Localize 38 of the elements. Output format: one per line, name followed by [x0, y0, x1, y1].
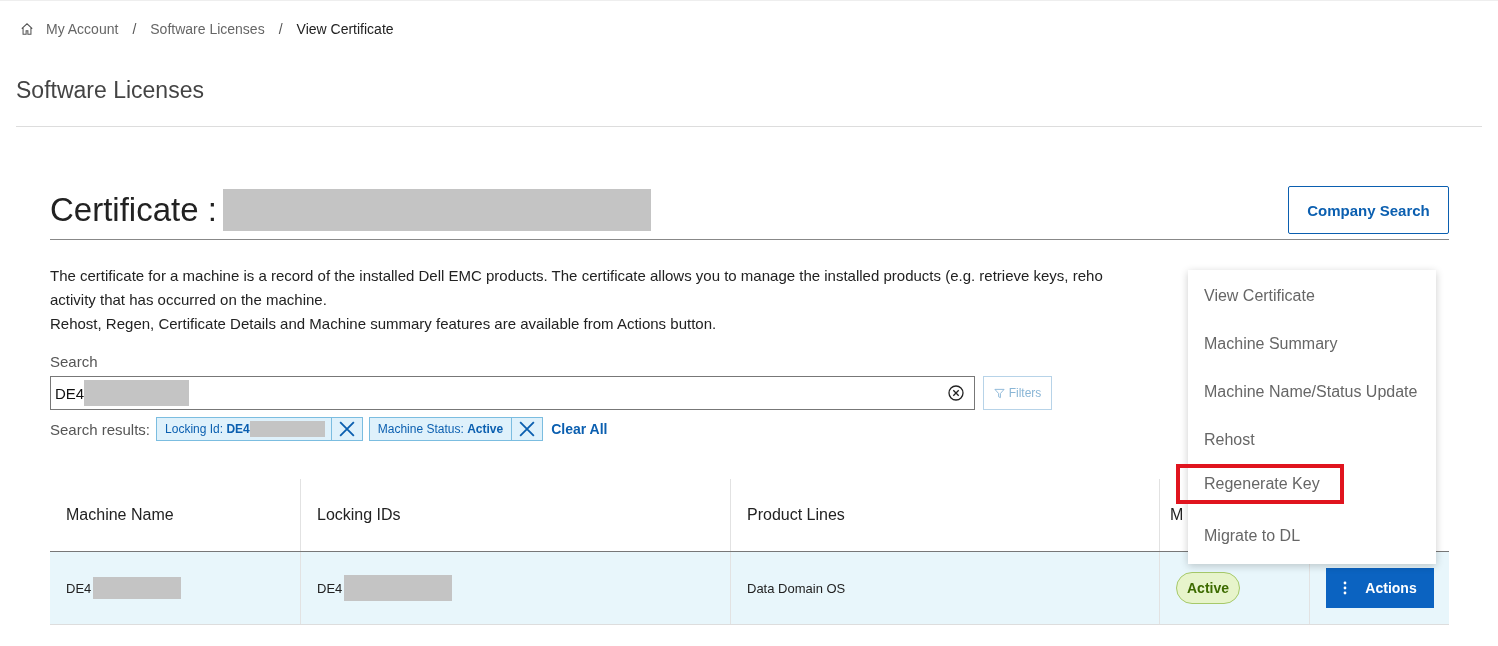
- breadcrumb-link[interactable]: My Account: [46, 21, 119, 37]
- description-text: The certificate for a machine is a record of the installed Dell EMC products. The certificate allows you to manage the installed products (e.g. retrieve keys, reho: [50, 266, 1103, 286]
- home-icon[interactable]: [20, 22, 34, 36]
- certificate-title: Certificate :: [50, 191, 217, 229]
- menu-item[interactable]: Rehost: [1188, 416, 1436, 464]
- search-field[interactable]: DE4: [50, 376, 975, 410]
- close-icon: [519, 421, 536, 437]
- chip-label: Machine Status: Active: [376, 422, 505, 436]
- table-cell: Data Domain OS: [747, 580, 846, 596]
- breadcrumb-link[interactable]: View Certificate: [296, 21, 394, 37]
- column-header: Product Lines: [747, 506, 845, 524]
- search-label: Search: [50, 352, 99, 372]
- status-badge: Active: [1176, 572, 1241, 604]
- description-text: Rehost, Regen, Certificate Details and Machine summary features are available from Actions button.: [50, 314, 717, 334]
- filter-icon: [993, 387, 1005, 399]
- breadcrumb-separator: /: [278, 21, 283, 37]
- menu-item[interactable]: View Certificate: [1188, 272, 1436, 320]
- search-results-label: Search results:: [50, 420, 151, 438]
- menu-item[interactable]: Machine Name/Status Update: [1188, 368, 1436, 416]
- table-cell: DE4: [317, 580, 343, 596]
- column-header: Locking IDs: [317, 506, 401, 524]
- more-icon: [1343, 581, 1348, 595]
- description-text: activity that has occurred on the machine.: [50, 290, 327, 310]
- company-search-button[interactable]: Company Search: [1288, 186, 1449, 234]
- breadcrumb-link[interactable]: Software Licenses: [150, 21, 265, 37]
- page-title: Software Licenses: [16, 76, 205, 105]
- menu-item[interactable]: Machine Summary: [1188, 320, 1436, 368]
- clear-icon[interactable]: [948, 385, 964, 401]
- table-row[interactable]: DE4 DE4 Data Domain OS Active Actions: [50, 552, 1449, 625]
- chip-label: Locking Id: DE4: [164, 422, 251, 436]
- actions-button[interactable]: Actions: [1326, 568, 1434, 608]
- menu-item[interactable]: Regenerate Key: [1176, 464, 1344, 504]
- close-icon: [338, 421, 355, 437]
- clear-all-link[interactable]: Clear All: [551, 421, 608, 437]
- breadcrumb-separator: /: [132, 21, 137, 37]
- column-header: Machine Name: [66, 506, 174, 524]
- column-header: M: [1170, 506, 1184, 524]
- table-cell: DE4: [66, 580, 92, 596]
